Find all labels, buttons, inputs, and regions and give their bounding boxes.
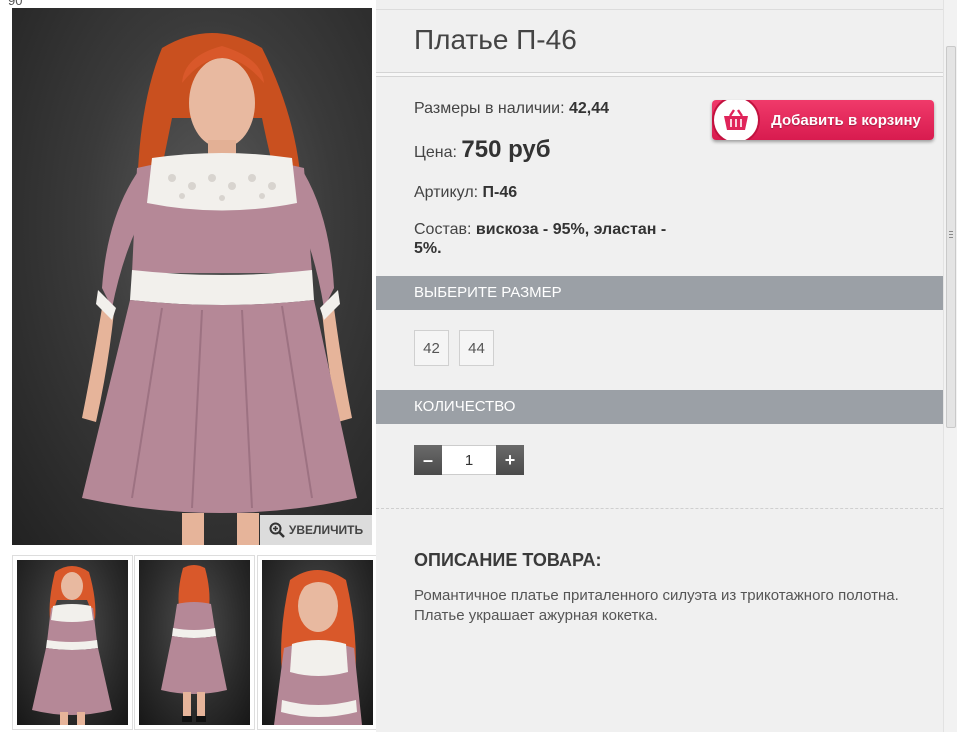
product-info-panel: Платье П-46 Размеры в наличии: 42,44 Цен… xyxy=(376,0,943,732)
divider xyxy=(376,9,943,10)
dress-photo-illustration xyxy=(82,33,357,545)
thumbnail-front[interactable] xyxy=(12,555,133,730)
size-section-header: ВЫБЕРИТЕ РАЗМЕР xyxy=(376,276,943,310)
grip-line xyxy=(949,231,953,232)
grip-line xyxy=(949,237,953,238)
product-title: Платье П-46 xyxy=(414,24,577,55)
quantity-input[interactable] xyxy=(442,445,496,475)
sizes-label: Размеры в наличии: xyxy=(414,100,565,117)
thumbnail-back-illustration xyxy=(161,565,227,722)
composition-value-line1: вискоза - 95%, эластан - xyxy=(475,221,667,238)
price-label: Цена: xyxy=(414,144,457,161)
price-value: 750 руб xyxy=(461,136,551,163)
size-option-44[interactable]: 44 xyxy=(459,330,494,366)
add-to-cart-button[interactable]: Добавить в корзину xyxy=(712,100,934,140)
price: Цена: 750 руб xyxy=(414,136,551,164)
sku-label: Артикул: xyxy=(414,184,479,201)
thumbnail-back[interactable] xyxy=(134,555,255,730)
quantity-section-header: КОЛИЧЕСТВО xyxy=(376,390,943,424)
grip-line xyxy=(949,234,953,235)
quantity-stepper: – + xyxy=(414,445,524,475)
sizes-available: Размеры в наличии: 42,44 xyxy=(414,100,609,118)
decrease-quantity-button[interactable]: – xyxy=(414,445,442,475)
zoom-in-icon xyxy=(269,522,285,538)
description-title: ОПИСАНИЕ ТОВАРА: xyxy=(414,550,602,570)
sku: Артикул: П-46 xyxy=(414,184,517,202)
basket-icon xyxy=(714,100,758,140)
header-fragment: 90 xyxy=(8,0,23,8)
zoom-button[interactable]: УВЕЛИЧИТЬ xyxy=(260,515,372,545)
divider xyxy=(376,508,943,509)
divider xyxy=(376,72,943,77)
add-to-cart-label: Добавить в корзину xyxy=(771,111,921,129)
sizes-value: 42,44 xyxy=(569,100,610,117)
product-page: 90 УВЕЛИЧИТЬ Платье П-46 Размеры в налич… xyxy=(0,0,957,732)
scrollbar-thumb[interactable] xyxy=(946,46,956,428)
sku-value: П-46 xyxy=(482,184,518,201)
main-product-photo[interactable]: УВЕЛИЧИТЬ xyxy=(12,8,372,545)
thumbnail-strip xyxy=(12,555,378,732)
zoom-button-label: УВЕЛИЧИТЬ xyxy=(288,523,364,537)
description-text: Романтичное платье приталенного силуэта … xyxy=(414,587,899,624)
increase-quantity-button[interactable]: + xyxy=(496,445,524,475)
thumbnail-closeup[interactable] xyxy=(257,555,378,730)
page-scrollbar[interactable] xyxy=(943,0,957,732)
thumbnail-front-illustration xyxy=(32,566,112,725)
composition-value-line2: 5%. xyxy=(414,240,442,257)
thumbnail-closeup-illustration xyxy=(274,570,362,725)
size-option-42[interactable]: 42 xyxy=(414,330,449,366)
composition-label: Состав: xyxy=(414,221,472,238)
composition: Состав: вискоза - 95%, эластан - 5%. xyxy=(414,220,666,258)
